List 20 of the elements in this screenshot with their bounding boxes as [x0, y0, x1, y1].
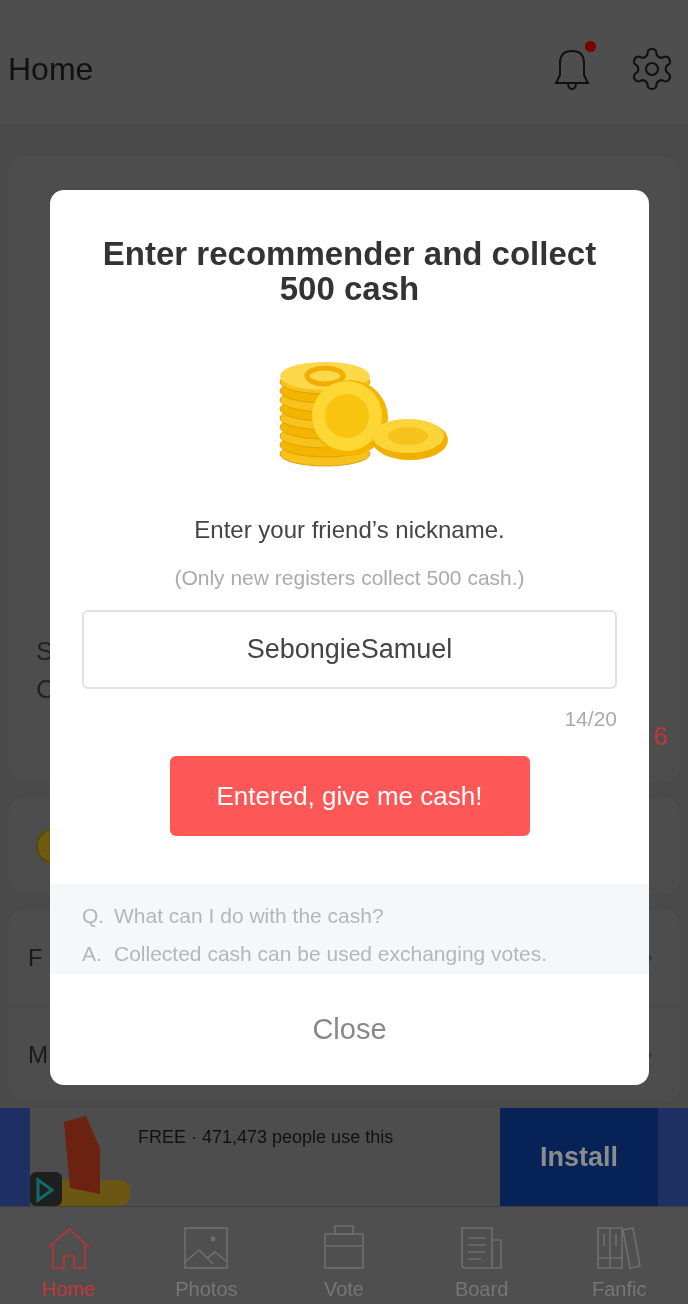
- faq-text: Collected cash can be used exchanging votes.: [114, 941, 548, 967]
- card-value: 6: [653, 720, 668, 753]
- close-button[interactable]: Close: [50, 974, 649, 1085]
- submit-button[interactable]: Entered, give me cash!: [169, 756, 530, 836]
- faq-text: What can I do with the cash?: [114, 903, 384, 929]
- faq-mark: Q.: [82, 903, 102, 929]
- tab[interactable]: Home: [0, 1207, 138, 1304]
- ad-subtitle: FREE · 471,473 people use this: [138, 1127, 394, 1147]
- ballot-box-icon: [321, 1224, 367, 1270]
- install-button[interactable]: Install: [500, 1108, 658, 1206]
- nickname-field[interactable]: SebongieSamuel: [82, 609, 617, 689]
- dialog-title: Enter recommender and collect 500 cash: [101, 236, 598, 306]
- character-counter: 14/20: [564, 705, 617, 732]
- faq-mark: A.: [82, 941, 102, 967]
- books-icon: [596, 1226, 643, 1270]
- document-icon: [458, 1226, 505, 1270]
- image-icon: [183, 1226, 230, 1270]
- prompt-text: Enter your friend’s nickname.: [194, 515, 505, 545]
- page-title: Home: [8, 50, 94, 89]
- note-text: (Only new registers collect 500 cash.): [174, 565, 525, 591]
